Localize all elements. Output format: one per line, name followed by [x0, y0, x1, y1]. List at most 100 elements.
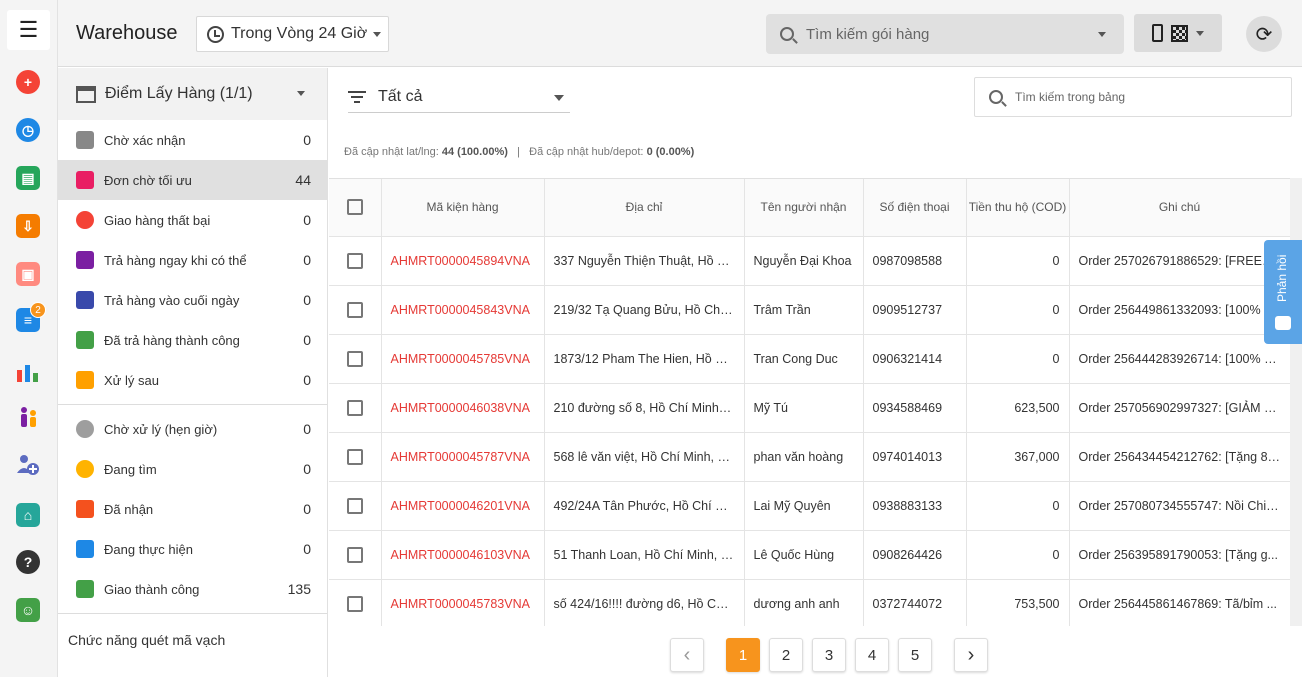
page-button[interactable]: 5: [898, 638, 932, 672]
select-all-checkbox[interactable]: [329, 179, 382, 237]
chevron-down-icon: [554, 95, 564, 101]
page-button[interactable]: 3: [812, 638, 846, 672]
column-header[interactable]: Số điện thoại: [863, 179, 967, 237]
create-order-icon[interactable]: +: [16, 70, 40, 94]
team-icon[interactable]: ☺: [16, 598, 40, 622]
table-row[interactable]: AHMRT0000046038VNA 210 đường số 8, Hồ Chí…: [329, 383, 1290, 433]
download-icon[interactable]: ⇩: [16, 214, 40, 238]
row-checkbox[interactable]: [329, 432, 382, 482]
sidebar-status-label: Chờ xử lý (hẹn giờ): [104, 421, 218, 437]
cell-code[interactable]: AHMRT0000046038VNA: [381, 383, 545, 433]
chart-icon[interactable]: [16, 360, 40, 384]
sidebar-status-label: Đơn chờ tối ưu: [104, 172, 192, 188]
chevron-down-icon[interactable]: [1098, 32, 1106, 37]
latlng-value: 44 (100.00%): [441, 146, 508, 158]
people-icon[interactable]: [16, 405, 40, 429]
row-checkbox[interactable]: [329, 334, 382, 384]
sidebar-status-item[interactable]: Đã trả hàng thành công 0: [58, 320, 327, 360]
status-filter-select[interactable]: Tất cả: [348, 81, 570, 113]
column-header[interactable]: Địa chỉ: [544, 179, 745, 237]
sidebar-status-item[interactable]: Trả hàng ngay khi có thể 0: [58, 240, 327, 280]
cell-note: Order 256395891790053: [Tặng g...: [1069, 530, 1290, 580]
table-row[interactable]: AHMRT0000045787VNA 568 lê văn việt, Hồ Ch…: [329, 432, 1290, 482]
cell-code[interactable]: AHMRT0000046201VNA: [381, 481, 545, 531]
sidebar-status-item[interactable]: Đang tìm 0: [58, 449, 327, 489]
column-header[interactable]: Mã kiện hàng: [381, 179, 545, 237]
phone-icon: [1152, 24, 1163, 42]
sidebar-status-item[interactable]: Chờ xác nhận 0: [58, 120, 327, 160]
main-panel: Tất cả Tìm kiếm trong bảng Đã cập nhật l…: [328, 68, 1302, 677]
status-sidebar: Điểm Lấy Hàng (1/1) Chờ xác nhận 0 Đơn chờ…: [58, 68, 328, 677]
prev-page-button[interactable]: ‹: [670, 638, 704, 672]
table-search-placeholder: Tìm kiếm trong bảng: [1015, 90, 1126, 104]
page-button[interactable]: 4: [855, 638, 889, 672]
cell-code[interactable]: AHMRT0000045787VNA: [381, 432, 545, 482]
sidebar-status-item[interactable]: Đơn chờ tối ưu 44: [58, 160, 327, 200]
gift-icon[interactable]: ▣: [16, 262, 40, 286]
cell-note: Order 256449861332093: [100% ...: [1069, 285, 1290, 335]
row-checkbox[interactable]: [329, 481, 382, 531]
package-search-input[interactable]: Tìm kiếm gói hàng: [766, 14, 1124, 54]
chevron-down-icon: [373, 31, 382, 37]
table-row[interactable]: AHMRT0000045894VNA 337 Nguyễn Thiện Thuật…: [329, 236, 1290, 286]
cell-phone: 0938883133: [863, 481, 967, 531]
cell-code[interactable]: AHMRT0000045785VNA: [381, 334, 545, 384]
update-stats: Đã cập nhật lat/lng: 44 (100.00%) | Đã c…: [344, 146, 694, 158]
chevron-down-icon: [297, 91, 305, 96]
cell-name: Nguyễn Đại Khoa: [744, 236, 864, 286]
column-header[interactable]: Ghi chú: [1069, 179, 1290, 237]
sidebar-status-item[interactable]: Trả hàng vào cuối ngày 0: [58, 280, 327, 320]
row-checkbox[interactable]: [329, 383, 382, 433]
sidebar-status-item[interactable]: Đang thực hiện 0: [58, 529, 327, 569]
table-row[interactable]: AHMRT0000045843VNA 219/32 Tạ Quang Bửu, H…: [329, 285, 1290, 335]
sidebar-status-item[interactable]: Đã nhận 0: [58, 489, 327, 529]
cell-address: 337 Nguyễn Thiện Thuật, Hồ C...: [544, 236, 745, 286]
help-icon[interactable]: ?: [16, 550, 40, 574]
cell-name: Mỹ Tú: [744, 383, 864, 433]
chat-icon: [1275, 316, 1291, 330]
refresh-button[interactable]: ⟳: [1246, 16, 1282, 52]
wallet-icon[interactable]: ▤: [16, 166, 40, 190]
searching-icon: [76, 460, 94, 478]
table-search-input[interactable]: Tìm kiếm trong bảng: [974, 77, 1292, 117]
cell-code[interactable]: AHMRT0000046103VNA: [381, 530, 545, 580]
table-header-row: Mã kiện hàng Địa chỉ Tên người nhận Số đ…: [329, 179, 1290, 237]
table-row[interactable]: AHMRT0000046103VNA 51 Thanh Loan, Hồ Chí …: [329, 530, 1290, 580]
cell-name: Tran Cong Duc: [744, 334, 864, 384]
sidebar-status-item[interactable]: Giao hàng thất bại 0: [58, 200, 327, 240]
pickup-point-select[interactable]: Điểm Lấy Hàng (1/1): [58, 68, 327, 120]
sidebar-status-item[interactable]: Giao thành công 135: [58, 569, 327, 609]
table-row[interactable]: AHMRT0000045785VNA 1873/12 Pham The Hien,…: [329, 334, 1290, 384]
cell-code[interactable]: AHMRT0000045843VNA: [381, 285, 545, 335]
row-checkbox[interactable]: [329, 579, 382, 626]
cell-code[interactable]: AHMRT0000045894VNA: [381, 236, 545, 286]
table-row[interactable]: AHMRT0000046201VNA 492/24A Tân Phước, Hồ …: [329, 481, 1290, 531]
row-checkbox[interactable]: [329, 530, 382, 580]
clock-icon[interactable]: ◷: [16, 118, 40, 142]
time-range-select[interactable]: Trong Vòng 24 Giờ: [196, 16, 389, 52]
column-header[interactable]: Tên người nhận: [744, 179, 864, 237]
cell-note: Order 257026791886529: [FREESHIP...: [1069, 236, 1290, 286]
page-button[interactable]: 2: [769, 638, 803, 672]
sidebar-status-label: Xử lý sau: [104, 372, 159, 388]
row-checkbox[interactable]: [329, 236, 382, 286]
add-user-icon[interactable]: [16, 453, 40, 477]
cell-code[interactable]: AHMRT0000045783VNA: [381, 579, 545, 626]
page-button[interactable]: 1: [726, 638, 760, 672]
sidebar-status-item[interactable]: Xử lý sau 0: [58, 360, 327, 400]
cell-phone: 0908264426: [863, 530, 967, 580]
row-checkbox[interactable]: [329, 285, 382, 335]
hamburger-icon[interactable]: ☰: [7, 10, 50, 50]
failed-icon: [76, 211, 94, 229]
warehouse-icon[interactable]: ⌂: [16, 503, 40, 527]
next-page-button[interactable]: ›: [954, 638, 988, 672]
table-row[interactable]: AHMRT0000045783VNA số 424/16!!!! đường d6…: [329, 579, 1290, 626]
sidebar-status-item[interactable]: Chờ xử lý (hẹn giờ) 0: [58, 409, 327, 449]
search-icon: [780, 27, 794, 41]
sidebar-status-count: 0: [303, 132, 311, 148]
cell-name: Trâm Trần: [744, 285, 864, 335]
scan-qr-button[interactable]: [1134, 14, 1222, 52]
feedback-tab[interactable]: Phản hồi: [1264, 240, 1302, 344]
qr-code-icon: [1171, 24, 1188, 42]
column-header[interactable]: Tiền thu hộ (COD): [966, 179, 1070, 237]
